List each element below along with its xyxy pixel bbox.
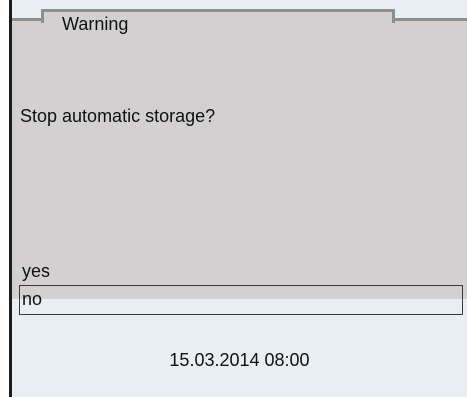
option-no[interactable]: no [19, 285, 463, 315]
device-screen: Stop automatic storage? yes no Warning 1… [9, 0, 467, 397]
dialog-message: Stop automatic storage? [20, 106, 216, 126]
warning-dialog: Stop automatic storage? yes no [12, 18, 467, 315]
option-yes[interactable]: yes [19, 257, 463, 287]
dialog-title: Warning [60, 13, 135, 35]
status-datetime: 15.03.2014 08:00 [169, 350, 310, 370]
